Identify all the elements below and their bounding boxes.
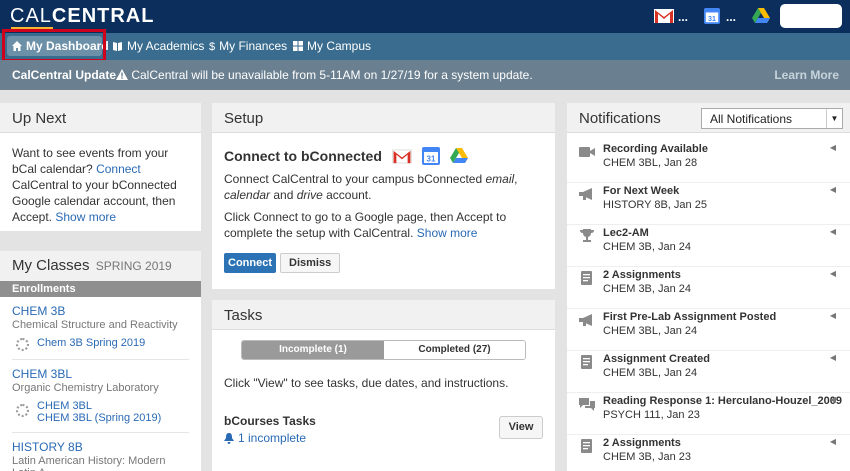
class-code-link[interactable]: HISTORY 8B [12,440,83,454]
class-site[interactable]: CHEM 3BL CHEM 3BL (Spring 2019) [12,400,189,424]
learn-more-link[interactable]: Learn More [774,68,839,82]
class-item: HISTORY 8B Latin American History: Moder… [0,433,201,471]
chevron-left-icon: ◀ [829,311,836,320]
dollar-icon: $ [209,41,216,53]
bcourses-tasks-title: bCourses Tasks [224,414,316,428]
bell-icon [224,432,234,444]
notifications-filter-select[interactable]: All Notifications ▼ [701,108,843,129]
connect-button[interactable]: Connect [224,253,276,273]
trophy-icon [580,229,594,242]
class-title: Chemical Structure and Reactivity [12,319,178,331]
up-next-body: Want to see events from your bCal calend… [12,146,177,224]
warning-icon [116,69,128,80]
enrollments-label: Enrollments [0,281,201,297]
banner-title: CalCentral Update [12,68,117,82]
svg-text:31: 31 [708,15,716,23]
gmail-count[interactable]: ... [678,10,688,24]
calcentral-logo[interactable]: CALCENTRAL [10,5,154,28]
connect-heading: Connect to bConnected 31 [224,147,543,165]
chevron-down-icon: ▼ [826,109,842,128]
update-banner: CalCentral Update CalCentral will be una… [0,60,850,90]
calendar-icon[interactable]: 31 [703,8,721,24]
assignment-icon [581,355,592,369]
notification-item[interactable]: Lec2-AM CHEM 3B, Jan 24 ◀ [567,225,850,267]
dismiss-button[interactable]: Dismiss [280,253,341,273]
video-icon [579,147,595,157]
notification-item[interactable]: Reading Response 1: Herculano-Houzel_200… [567,393,850,435]
assignment-icon [581,271,592,285]
calendar-icon: 31 [421,147,440,165]
tasks-card: Tasks Incomplete (1) Completed (27) Clic… [212,300,555,471]
my-classes-card: My Classes SPRING 2019 Enrollments CHEM … [0,251,201,471]
megaphone-icon [579,188,592,200]
class-item: CHEM 3BL Organic Chemistry Laboratory CH… [0,360,201,424]
nav-my-finances[interactable]: $ My Finances [209,33,287,60]
tab-completed[interactable]: Completed (27) [384,341,525,359]
bcourses-tasks: bCourses Tasks 1 incomplete [224,414,316,445]
view-button[interactable]: View [499,416,543,439]
nav-my-campus[interactable]: My Campus [293,33,371,60]
class-title: Latin American History: Modern Latin A..… [12,455,166,471]
tasks-title: Tasks [212,300,555,330]
google-drive-icon[interactable] [752,8,770,24]
top-header: CALCENTRAL ... 31 ... [0,0,850,33]
class-code-link[interactable]: CHEM 3BL [12,367,72,381]
my-classes-title: My Classes [12,257,90,274]
gmail-icon [392,148,412,164]
course-site-icon [16,338,29,351]
chevron-left-icon: ◀ [829,395,836,404]
up-next-title: Up Next [0,103,201,133]
show-more-link[interactable]: Show more [55,210,116,224]
class-item: CHEM 3B Chemical Structure and Reactivit… [0,297,201,351]
tasks-tabs: Incomplete (1) Completed (27) [241,340,526,360]
notification-item[interactable]: 2 Assignments CHEM 3B, Jan 23 ◀ [567,435,850,471]
chevron-left-icon: ◀ [829,269,836,278]
term-label: SPRING 2019 [95,259,172,273]
chevron-left-icon: ◀ [829,143,836,152]
chevron-left-icon: ◀ [829,353,836,362]
class-code-link[interactable]: CHEM 3B [12,304,65,318]
setup-description: Connect CalCentral to your campus bConne… [224,172,518,202]
setup-card: Setup Connect to bConnected 31 Connect C… [212,103,555,289]
grid-icon [293,41,303,51]
class-title: Organic Chemistry Laboratory [12,382,159,394]
notifications-title: Notifications [579,110,661,127]
setup-show-more-link[interactable]: Show more [417,226,478,240]
gmail-icon[interactable] [654,8,674,24]
tasks-hint: Click "View" to see tasks, due dates, an… [224,376,509,390]
calendar-count[interactable]: ... [726,10,736,24]
discussion-icon [579,398,595,411]
course-site-icon [16,404,29,417]
chevron-left-icon: ◀ [829,437,836,446]
book-icon [113,42,122,51]
banner-message: CalCentral will be unavailable from 5-11… [116,68,533,82]
notification-item[interactable]: First Pre-Lab Assignment Posted CHEM 3BL… [567,309,850,351]
nav-my-academics[interactable]: My Academics [112,33,204,60]
notifications-header: Notifications All Notifications ▼ [567,103,850,133]
connect-link[interactable]: Connect [96,162,141,176]
notification-item[interactable]: For Next Week HISTORY 8B, Jan 25 ◀ [567,183,850,225]
notification-item[interactable]: Assignment Created CHEM 3BL, Jan 24 ◀ [567,351,850,393]
tab-incomplete[interactable]: Incomplete (1) [242,341,384,359]
setup-instructions: Click Connect to go to a Google page, th… [224,210,507,240]
bcourses-incomplete[interactable]: 1 incomplete [224,431,316,445]
my-classes-header: My Classes SPRING 2019 [0,251,201,281]
up-next-card: Up Next Want to see events from your bCa… [0,103,201,231]
chevron-left-icon: ◀ [829,185,836,194]
setup-title: Setup [212,103,555,133]
profile-menu[interactable] [780,4,842,28]
assignment-icon [581,439,592,453]
highlight-box [2,29,106,62]
svg-text:31: 31 [426,155,435,164]
megaphone-icon [579,314,592,326]
google-drive-icon [449,148,468,163]
notifications-card: Notifications All Notifications ▼ Record… [567,103,850,471]
class-site[interactable]: Chem 3B Spring 2019 [12,337,189,351]
chevron-left-icon: ◀ [829,227,836,236]
notification-item[interactable]: 2 Assignments CHEM 3B, Jan 24 ◀ [567,267,850,309]
notification-item[interactable]: Recording Available CHEM 3BL, Jan 28 ◀ [567,141,850,183]
